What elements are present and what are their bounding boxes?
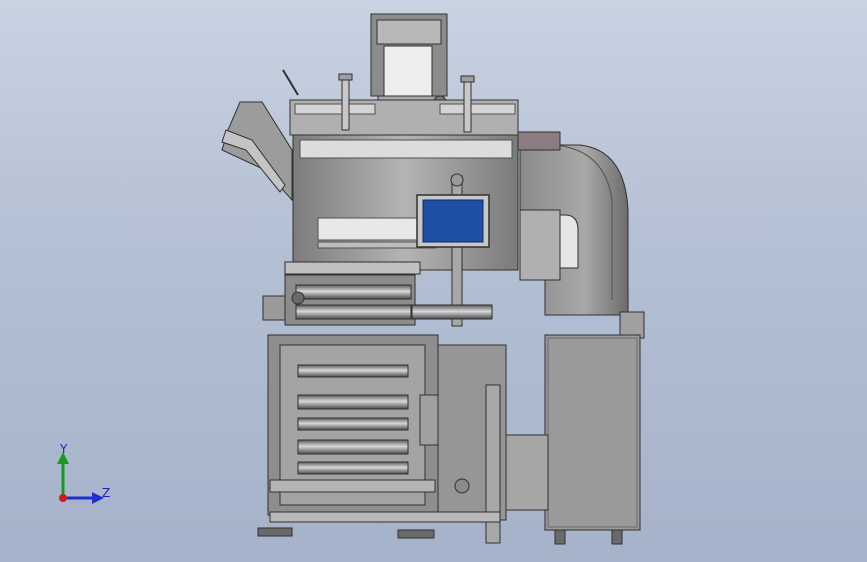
right-cabinet xyxy=(499,311,645,545)
lower-frame xyxy=(257,334,507,544)
triad-axes xyxy=(57,452,104,504)
orientation-triad: Y Z xyxy=(40,436,120,516)
y-axis-label: Y xyxy=(60,442,68,456)
right-duct xyxy=(517,131,629,316)
cad-viewport[interactable]: Y Z xyxy=(0,0,867,562)
control-screen[interactable] xyxy=(416,194,490,248)
left-chute xyxy=(221,101,293,202)
machine-assembly-model[interactable] xyxy=(0,0,867,562)
z-axis-label: Z xyxy=(102,486,111,500)
